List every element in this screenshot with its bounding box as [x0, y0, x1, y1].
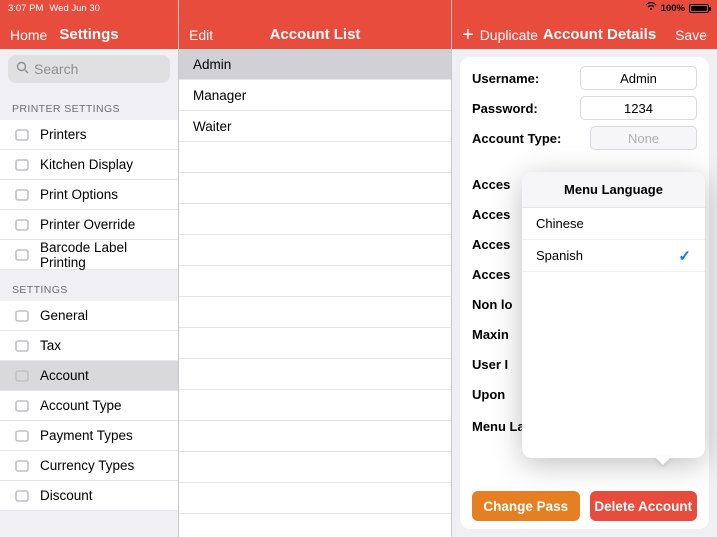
sidebar-item-account-type[interactable]: Account Type	[0, 391, 178, 421]
language-option-label: Chinese	[536, 216, 584, 231]
sidebar-item-label: Tax	[40, 338, 61, 353]
account-row[interactable]: Admin	[179, 49, 451, 80]
battery-icon	[689, 4, 709, 13]
language-option[interactable]: Chinese	[522, 208, 705, 240]
password-field[interactable]: 1234	[580, 96, 697, 120]
popover-arrow	[654, 456, 672, 465]
sidebar-item-print-options[interactable]: Print Options	[0, 180, 178, 210]
sidebar-item-general[interactable]: General	[0, 301, 178, 331]
account-list-title: Account List	[179, 26, 451, 43]
search-input[interactable]: Search	[8, 55, 170, 83]
currency-types-icon	[12, 458, 32, 474]
barcode-label-icon	[12, 247, 32, 263]
menu-language-popover: Menu Language Chinese Spanish ✓	[522, 172, 705, 458]
general-icon	[12, 308, 32, 324]
sidebar-item-printers[interactable]: Printers	[0, 120, 178, 150]
tax-icon	[12, 338, 32, 354]
sidebar-item-discount[interactable]: Discount	[0, 481, 178, 511]
username-label: Username:	[472, 71, 572, 86]
account-row[interactable]: Waiter	[179, 111, 451, 142]
sidebar: Home Settings Search PRINTER SETTINGS Pr…	[0, 0, 179, 537]
sidebar-item-label: Account	[40, 368, 89, 383]
sidebar-item-currency-types[interactable]: Currency Types	[0, 451, 178, 481]
status-battery-text: 100%	[661, 3, 685, 14]
status-bar: 3:07 PM Wed Jun 30 100%	[0, 0, 717, 16]
search-icon	[16, 61, 29, 77]
delete-account-button[interactable]: Delete Account	[590, 491, 698, 521]
check-icon: ✓	[678, 247, 691, 265]
section-printer-settings: PRINTER SETTINGS	[0, 89, 178, 120]
plus-icon: +	[462, 28, 474, 42]
account-list-column: Edit Account List AdminManagerWaiter	[179, 0, 452, 537]
password-label: Password:	[472, 101, 572, 116]
sidebar-item-label: Currency Types	[40, 458, 134, 473]
language-option-label: Spanish	[536, 248, 583, 263]
language-option[interactable]: Spanish ✓	[522, 240, 705, 272]
account-type-icon	[12, 398, 32, 414]
sidebar-item-label: Discount	[40, 488, 93, 503]
sidebar-item-label: Printers	[40, 127, 87, 142]
username-field[interactable]: Admin	[580, 66, 697, 90]
sidebar-item-printer-override[interactable]: Printer Override	[0, 210, 178, 240]
sidebar-item-account[interactable]: Account	[0, 361, 178, 391]
status-date: Wed Jun 30	[49, 3, 100, 14]
home-button[interactable]: Home	[10, 27, 47, 43]
search-placeholder: Search	[34, 61, 78, 77]
sidebar-item-label: Print Options	[40, 187, 118, 202]
account-type-field[interactable]: None	[590, 126, 697, 150]
sidebar-item-label: Payment Types	[40, 428, 133, 443]
popover-title: Menu Language	[522, 172, 705, 208]
section-settings: SETTINGS	[0, 270, 178, 301]
account-icon	[12, 368, 32, 384]
change-pass-button[interactable]: Change Pass	[472, 491, 580, 521]
printer-override-icon	[12, 217, 32, 233]
account-row[interactable]: Manager	[179, 80, 451, 111]
sidebar-item-label: General	[40, 308, 88, 323]
sidebar-item-label: Kitchen Display	[40, 157, 133, 172]
status-time: 3:07 PM	[8, 3, 43, 14]
save-button[interactable]: Save	[675, 27, 707, 43]
sidebar-item-barcode-label[interactable]: Barcode Label Printing	[0, 240, 178, 270]
sidebar-item-label: Printer Override	[40, 217, 135, 232]
sidebar-item-kitchen-display[interactable]: Kitchen Display	[0, 150, 178, 180]
account-type-label: Account Type:	[472, 131, 582, 146]
sidebar-item-label: Barcode Label Printing	[40, 240, 166, 270]
duplicate-button[interactable]: + Duplicate	[462, 27, 538, 43]
kitchen-display-icon	[12, 157, 32, 173]
wifi-icon	[645, 2, 657, 14]
sidebar-item-payment-types[interactable]: Payment Types	[0, 421, 178, 451]
duplicate-label: Duplicate	[480, 27, 538, 43]
sidebar-item-label: Account Type	[40, 398, 122, 413]
discount-icon	[12, 488, 32, 504]
sidebar-item-tax[interactable]: Tax	[0, 331, 178, 361]
edit-button[interactable]: Edit	[189, 27, 213, 43]
print-options-icon	[12, 187, 32, 203]
payment-types-icon	[12, 428, 32, 444]
printers-icon	[12, 127, 32, 143]
